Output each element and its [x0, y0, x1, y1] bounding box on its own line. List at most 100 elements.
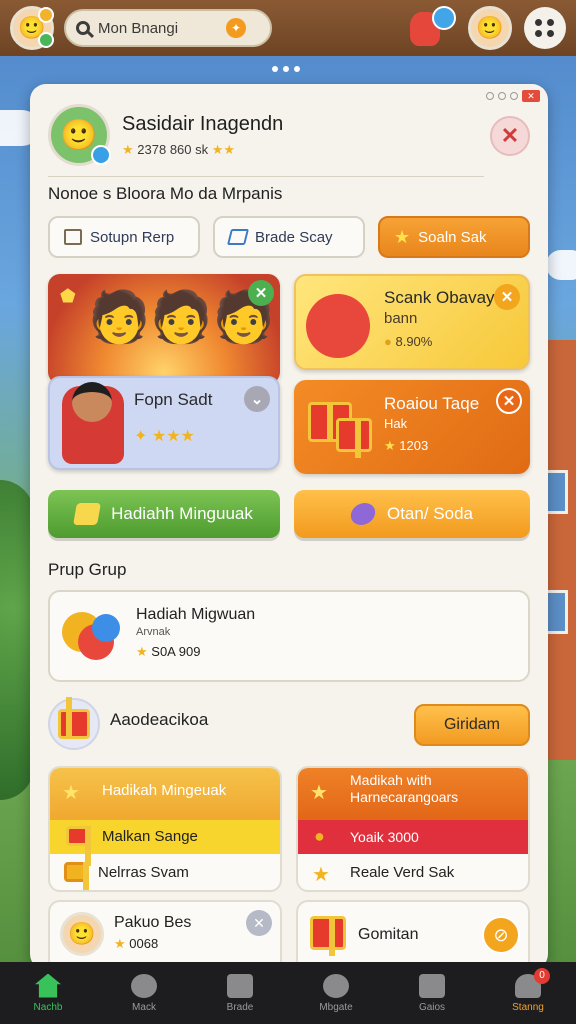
- list-icon: [419, 973, 445, 998]
- nav-home[interactable]: Nachb: [8, 973, 88, 1013]
- button-label: Hadiahh Minguuak: [111, 504, 253, 523]
- search-input[interactable]: [98, 19, 218, 37]
- announcement-title: Aaodeacikoa: [110, 710, 209, 729]
- friend-card-left[interactable]: 🙂 Pakuo Bes ★ 0068 ✕: [48, 900, 282, 970]
- friend-avatar: 🙂: [60, 912, 104, 956]
- announcement-button[interactable]: Giridam: [414, 704, 530, 746]
- card-value-text: 8.90%: [395, 334, 433, 349]
- friend-name: Pakuo Bes: [114, 914, 192, 931]
- reward-bottom: Reale Verd Sak: [350, 864, 455, 881]
- calendar-icon: [64, 229, 82, 245]
- close-icon[interactable]: ✕: [494, 284, 520, 310]
- gift-icon: [66, 826, 91, 866]
- card-value: ● 8.90%: [384, 334, 432, 349]
- close-icon[interactable]: ✕: [246, 910, 272, 936]
- gift-icon: [58, 709, 90, 739]
- window-controls: ✕: [486, 90, 540, 102]
- character-illustration: [306, 294, 370, 358]
- nav-search[interactable]: Mack: [104, 973, 184, 1013]
- star-icon: ★: [62, 782, 80, 804]
- list-item-title: Hadiah Migwuan: [136, 606, 256, 623]
- primary-orange-button[interactable]: Otan/ Soda: [294, 490, 530, 538]
- nav-label: Brade: [226, 1001, 254, 1013]
- main-panel: ✕ 🙂 Sasidair Inagendn ★ 2378 860 sk ★★ ✕…: [30, 84, 548, 970]
- profile-header: 🙂 Sasidair Inagendn ★ 2378 860 sk ★★: [48, 104, 283, 166]
- nav-label: Mbgate: [319, 1001, 353, 1013]
- filter-label: Brade Scay: [255, 228, 333, 246]
- background-tree: [0, 480, 34, 800]
- menu-grid-button[interactable]: [524, 7, 566, 49]
- star-icon: ★: [384, 438, 396, 453]
- search-bar[interactable]: ✦: [64, 9, 272, 47]
- user-avatar[interactable]: 🙂: [10, 6, 54, 50]
- home-icon: [35, 973, 61, 998]
- nav-explore[interactable]: Mbgate: [296, 973, 376, 1013]
- window-close-icon[interactable]: ✕: [522, 90, 540, 102]
- offer-card-yellow[interactable]: Scank Obavay bann ● 8.90% ✕: [294, 274, 530, 370]
- nav-shop[interactable]: Brade: [200, 973, 280, 1013]
- star-icon: ★: [312, 864, 330, 886]
- friend-name: Gomitan: [358, 926, 419, 943]
- star-icon: ★: [136, 644, 148, 659]
- friend-avatar[interactable]: 🙂: [468, 6, 512, 50]
- star-icon: ★★: [211, 141, 236, 157]
- profile-stats: ★ 2378 860 sk ★★: [122, 142, 283, 158]
- avatar-face-icon: 🙂: [476, 15, 504, 40]
- profile-name: Sasidair Inagendn: [122, 112, 284, 135]
- nav-label: Stanng: [512, 1001, 544, 1013]
- top-bar: 🙂 ✦ 🙂: [0, 0, 576, 56]
- star-icon: ★: [122, 141, 134, 157]
- card-title: Fopn Sadt: [134, 390, 213, 409]
- chevron-down-icon[interactable]: ⌄: [244, 386, 270, 412]
- reward-card-left[interactable]: ★ Hadikah Mingeuak Malkan Sange Nelrras …: [48, 766, 282, 892]
- friend-stats: ★ 0068: [114, 936, 158, 952]
- nav-label: Gaios: [418, 1001, 446, 1013]
- filter-button-2[interactable]: Brade Scay: [213, 216, 365, 258]
- filter-button-1[interactable]: Sotupn Rerp: [48, 216, 200, 258]
- nav-profile[interactable]: 0 Stanng: [488, 967, 568, 1013]
- avatar-face-icon: 🙂: [60, 118, 98, 152]
- gift-avatar: [48, 698, 100, 750]
- search-circle-icon: [323, 973, 349, 998]
- primary-green-button[interactable]: Hadiahh Minguuak: [48, 490, 280, 538]
- list-item-stats-value: S0A 909: [151, 644, 201, 659]
- avatar-face-icon: 🙂: [68, 921, 96, 946]
- card-subtitle: Hak: [384, 416, 408, 431]
- star-icon: ★: [310, 782, 328, 804]
- close-icon[interactable]: ✕: [248, 280, 274, 306]
- nav-list[interactable]: Gaios: [392, 973, 472, 1013]
- star-icon: ★: [394, 227, 411, 247]
- offer-card-orange[interactable]: Roaiou Taqe Hak ★ 1203 ✕: [294, 380, 530, 474]
- gem-icon: [349, 503, 377, 525]
- list-item-subtitle: Arvnak: [136, 626, 171, 638]
- coin-icon: ●: [384, 334, 392, 349]
- reward-header: Hadikah Mingeuak: [102, 782, 227, 799]
- friend-card-right[interactable]: Gomitan ⊘: [296, 900, 530, 970]
- list-item[interactable]: Hadiah Migwuan Arvnak ★ S0A 909: [48, 590, 530, 682]
- list-item-stats: ★ S0A 909: [136, 644, 200, 660]
- nav-label: Mack: [132, 1001, 156, 1013]
- profile-stats-value: 2378 860 sk: [137, 141, 209, 157]
- gem-icon: [73, 503, 102, 525]
- close-icon[interactable]: ✕: [496, 388, 522, 414]
- card-icon: [227, 229, 249, 245]
- shield-icon: ⬟: [60, 286, 76, 306]
- featured-card[interactable]: 🧑🧑🧑 ✕ ⬟: [48, 274, 280, 384]
- card-value-text: 1203: [399, 438, 429, 453]
- bottom-navigation: Nachb Mack Brade Mbgate Gaios 0 Stanng: [0, 962, 576, 1024]
- filter-label: Sotupn Rerp: [90, 228, 175, 246]
- cancel-circle-icon[interactable]: ⊘: [482, 916, 520, 954]
- button-label: Otan/ Soda: [386, 504, 473, 523]
- close-button[interactable]: ✕: [490, 116, 530, 156]
- rewards-icon: [62, 606, 122, 666]
- characters-icon[interactable]: [408, 6, 456, 50]
- card-value: ★ 1203: [384, 438, 428, 454]
- filter-button-3[interactable]: ★ Soaln Sak: [378, 216, 530, 258]
- search-icon: [76, 21, 90, 35]
- profile-avatar[interactable]: 🙂: [48, 104, 111, 166]
- reward-card-right[interactable]: ★ Madikah with Harnecarangoars ● Yoaik 3…: [296, 766, 530, 892]
- shop-icon: [227, 973, 253, 998]
- character-card[interactable]: Fopn Sadt ✦ ★★★ ⌄: [48, 376, 280, 470]
- characters-illustration: 🧑🧑🧑: [88, 289, 275, 345]
- card-title: Scank Obavay: [384, 288, 495, 307]
